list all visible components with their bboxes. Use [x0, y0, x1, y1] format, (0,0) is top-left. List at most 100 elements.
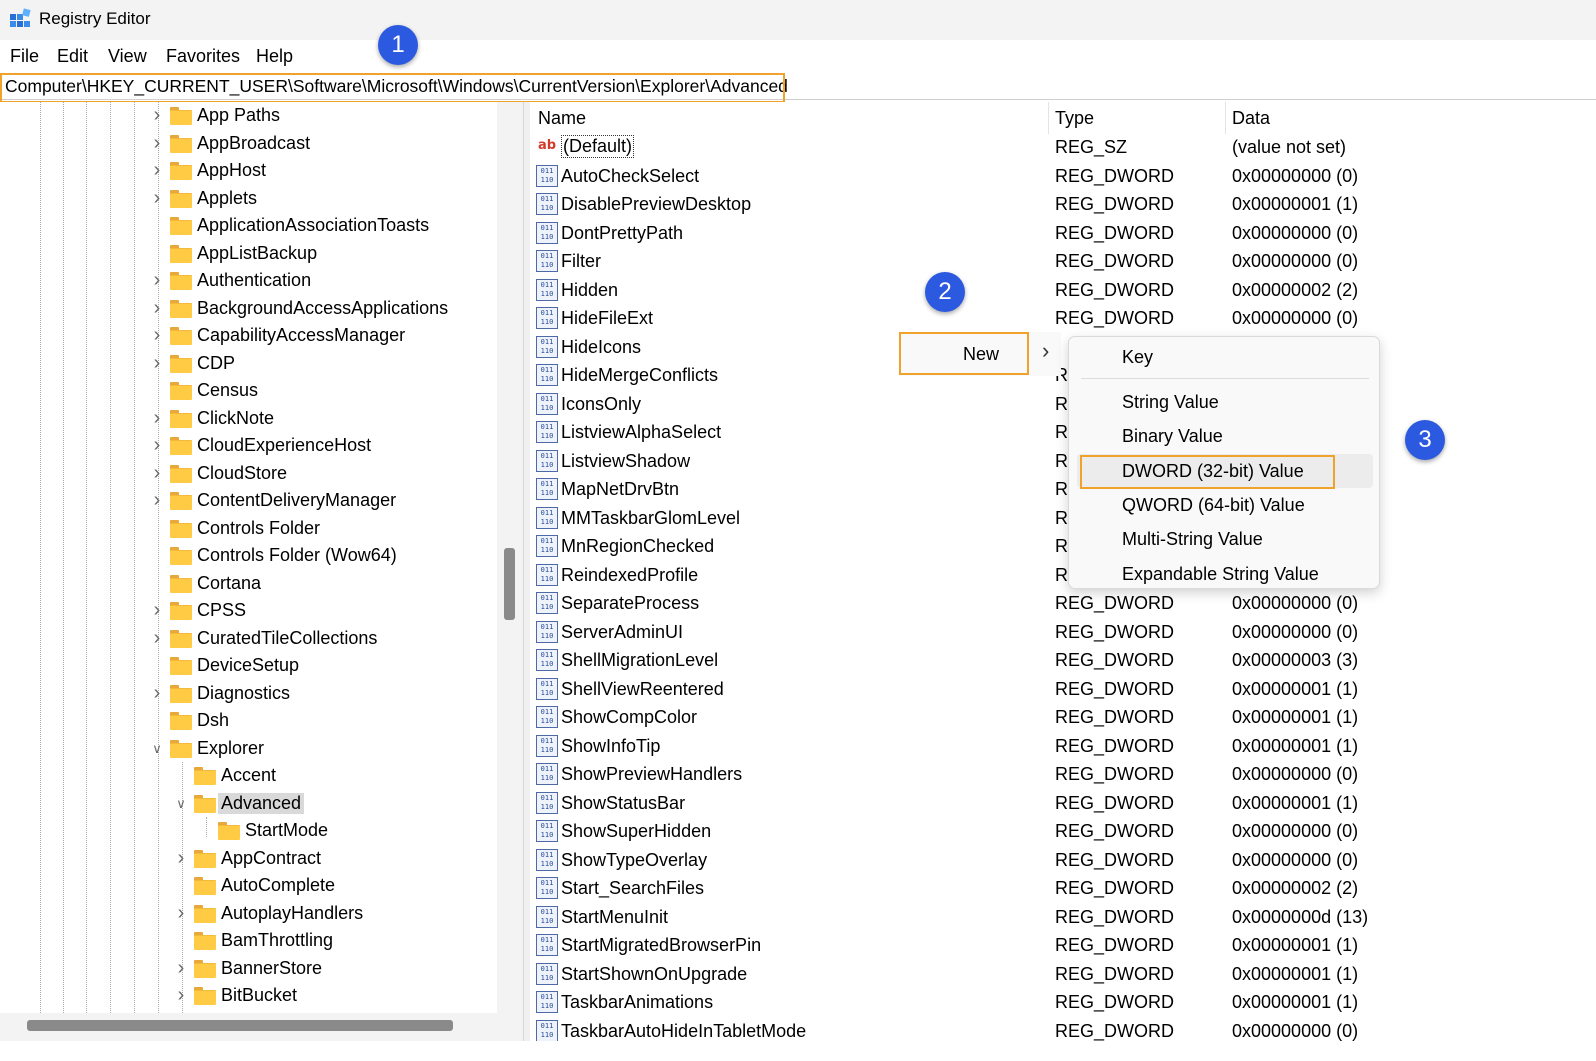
tree-item-applistbackup[interactable]: AppListBackup	[0, 240, 497, 267]
chevron-right-icon[interactable]: ›	[150, 157, 164, 184]
tree-item-appcontract[interactable]: › AppContract	[0, 845, 497, 872]
chevron-right-icon[interactable]: ›	[174, 845, 188, 872]
value-row[interactable]: 011 110 ShellMigrationLevel REG_DWORD 0x0000…	[530, 646, 1568, 674]
value-row[interactable]: 011 110 HideFileExt REG_DWORD 0x00000000 (0)	[530, 304, 1568, 332]
tree-item-contentdeliverymanager[interactable]: › ContentDeliveryManager	[0, 487, 497, 514]
tree-item-backgroundaccessapplications[interactable]: › BackgroundAccessApplications	[0, 295, 497, 322]
tree-item-cortana[interactable]: Cortana	[0, 570, 497, 597]
chevron-right-icon[interactable]: ›	[150, 625, 164, 652]
chevron-down-icon[interactable]: ∨	[150, 735, 164, 762]
chevron-right-icon[interactable]: ›	[150, 102, 164, 129]
chevron-right-icon[interactable]: ›	[150, 405, 164, 432]
pane-splitter[interactable]	[523, 102, 530, 1041]
menu-help[interactable]: Help	[256, 46, 293, 67]
tree-item-curatedtilecollections[interactable]: › CuratedTileCollections	[0, 625, 497, 652]
value-row[interactable]: 011 110 DontPrettyPath REG_DWORD 0x00000000 …	[530, 219, 1568, 247]
tree-item-autoplayhandlers[interactable]: › AutoplayHandlers	[0, 900, 497, 927]
tree-item-autocomplete[interactable]: AutoComplete	[0, 872, 497, 899]
value-row[interactable]: 011 110 DisablePreviewDesktop REG_DWORD 0x00…	[530, 190, 1568, 218]
tree-item-advanced[interactable]: ∨ Advanced	[0, 790, 497, 817]
submenu-item-expandable-string-value[interactable]: Expandable String Value	[1069, 557, 1381, 591]
menu-file[interactable]: File	[10, 46, 39, 67]
tree-item-capabilityaccessmanager[interactable]: › CapabilityAccessManager	[0, 322, 497, 349]
column-divider[interactable]	[1048, 102, 1049, 134]
value-row[interactable]: 011 110 StartShownOnUpgrade REG_DWORD 0x0000…	[530, 960, 1568, 988]
submenu-item-binary-value[interactable]: Binary Value	[1069, 419, 1381, 453]
tree-vertical-scroll-thumb[interactable]	[504, 548, 515, 620]
chevron-right-icon[interactable]: ›	[174, 955, 188, 982]
tree-item-diagnostics[interactable]: › Diagnostics	[0, 680, 497, 707]
value-row[interactable]: 011 110 ShellViewReentered REG_DWORD 0x00000…	[530, 675, 1568, 703]
value-row[interactable]: 011 110 ShowStatusBar REG_DWORD 0x00000001 (…	[530, 789, 1568, 817]
column-header-data[interactable]: Data	[1232, 108, 1270, 129]
tree-item-census[interactable]: Census	[0, 377, 497, 404]
submenu-item-dword-32-bit-value[interactable]: DWORD (32-bit) Value	[1077, 454, 1373, 488]
value-row[interactable]: 011 110 Filter REG_DWORD 0x00000000 (0)	[530, 247, 1568, 275]
address-bar[interactable]: Computer\HKEY_CURRENT_USER\Software\Micr…	[0, 72, 1596, 100]
menu-view[interactable]: View	[108, 46, 147, 67]
value-row[interactable]: 011 110 ShowTypeOverlay REG_DWORD 0x00000000…	[530, 846, 1568, 874]
value-row[interactable]: 011 110 MMTaskbarGlomLevel R	[530, 504, 1568, 532]
chevron-right-icon[interactable]: ›	[150, 460, 164, 487]
value-row[interactable]: 011 110 StartMigratedBrowserPin REG_DWORD 0x…	[530, 931, 1568, 959]
menu-favorites[interactable]: Favorites	[166, 46, 240, 67]
chevron-right-icon[interactable]: ›	[150, 185, 164, 212]
chevron-right-icon[interactable]: ›	[150, 322, 164, 349]
submenu-item-qword-64-bit-value[interactable]: QWORD (64-bit) Value	[1069, 488, 1381, 522]
tree-item-bannerstore[interactable]: › BannerStore	[0, 955, 497, 982]
tree-item-bamthrottling[interactable]: BamThrottling	[0, 927, 497, 954]
chevron-right-icon[interactable]: ›	[150, 295, 164, 322]
value-row[interactable]: 011 110 ShowCompColor REG_DWORD 0x00000001 (…	[530, 703, 1568, 731]
tree-item-cdp[interactable]: › CDP	[0, 350, 497, 377]
tree-item-clicknote[interactable]: › ClickNote	[0, 405, 497, 432]
value-row[interactable]: 011 110 MapNetDrvBtn R	[530, 475, 1568, 503]
tree-item-cpss[interactable]: › CPSS	[0, 597, 497, 624]
value-row[interactable]: 011 110 IconsOnly R	[530, 390, 1568, 418]
value-row[interactable]: 011 110 ServerAdminUI REG_DWORD 0x00000000 (…	[530, 618, 1568, 646]
value-row[interactable]: 011 110 StartMenuInit REG_DWORD 0x0000000d (…	[530, 903, 1568, 931]
tree-item-controls-folder[interactable]: Controls Folder	[0, 515, 497, 542]
tree-item-startmode[interactable]: StartMode	[0, 817, 497, 844]
address-path[interactable]: Computer\HKEY_CURRENT_USER\Software\Micr…	[5, 76, 788, 97]
chevron-right-icon[interactable]: ›	[150, 597, 164, 624]
submenu-item-multi-string-value[interactable]: Multi-String Value	[1069, 522, 1381, 556]
value-row[interactable]: 011 110 SeparateProcess REG_DWORD 0x00000000…	[530, 589, 1568, 617]
value-row[interactable]: 011 110 ShowPreviewHandlers REG_DWORD 0x0000…	[530, 760, 1568, 788]
value-row[interactable]: 011 110 AutoCheckSelect REG_DWORD 0x00000000…	[530, 162, 1568, 190]
tree-item-apphost[interactable]: › AppHost	[0, 157, 497, 184]
value-row[interactable]: 011 110 MnRegionChecked R	[530, 532, 1568, 560]
value-row[interactable]: 011 110 ShowInfoTip REG_DWORD 0x00000001 (1)	[530, 732, 1568, 760]
value-row[interactable]: 011 110 TaskbarAnimations REG_DWORD 0x000000…	[530, 988, 1568, 1016]
chevron-down-icon[interactable]: ∨	[174, 790, 188, 817]
value-row[interactable]: 011 110 Hidden REG_DWORD 0x00000002 (2)	[530, 276, 1568, 304]
chevron-right-icon[interactable]: ›	[150, 350, 164, 377]
tree-item-applicationassociationtoasts[interactable]: ApplicationAssociationToasts	[0, 212, 497, 239]
tree-item-appbroadcast[interactable]: › AppBroadcast	[0, 130, 497, 157]
value-row[interactable]: 011 110 Start_SearchFiles REG_DWORD 0x000000…	[530, 874, 1568, 902]
tree-horizontal-scroll-thumb[interactable]	[27, 1020, 453, 1031]
tree-item-cloudstore[interactable]: › CloudStore	[0, 460, 497, 487]
chevron-right-icon[interactable]: ›	[150, 432, 164, 459]
submenu-item-key[interactable]: Key	[1069, 340, 1381, 374]
context-menu-new[interactable]: New ›	[899, 332, 1061, 376]
tree-item-applets[interactable]: › Applets	[0, 185, 497, 212]
tree-item-bitbucket[interactable]: › BitBucket	[0, 982, 497, 1009]
chevron-right-icon[interactable]: ›	[174, 982, 188, 1009]
tree-item-cloudexperiencehost[interactable]: › CloudExperienceHost	[0, 432, 497, 459]
tree-item-devicesetup[interactable]: DeviceSetup	[0, 652, 497, 679]
tree-item-dsh[interactable]: Dsh	[0, 707, 497, 734]
column-divider[interactable]	[1225, 102, 1226, 134]
submenu-item-string-value[interactable]: String Value	[1069, 385, 1381, 419]
tree-item-controls-folder-wow64[interactable]: Controls Folder (Wow64)	[0, 542, 497, 569]
value-row[interactable]: 011 110 ShowSuperHidden REG_DWORD 0x00000000…	[530, 817, 1568, 845]
value-row[interactable]: 011 110 ReindexedProfile R	[530, 561, 1568, 589]
tree-item-explorer[interactable]: ∨ Explorer	[0, 735, 497, 762]
chevron-right-icon[interactable]: ›	[150, 487, 164, 514]
chevron-right-icon[interactable]: ›	[150, 130, 164, 157]
column-header-type[interactable]: Type	[1055, 108, 1094, 129]
tree-item-authentication[interactable]: › Authentication	[0, 267, 497, 294]
chevron-right-icon[interactable]: ›	[150, 267, 164, 294]
value-row[interactable]: ab (Default) REG_SZ (value not set)	[530, 133, 1568, 161]
tree-item-app-paths[interactable]: › App Paths	[0, 102, 497, 129]
value-row[interactable]: 011 110 TaskbarAutoHideInTabletMode REG_DWO…	[530, 1017, 1568, 1041]
